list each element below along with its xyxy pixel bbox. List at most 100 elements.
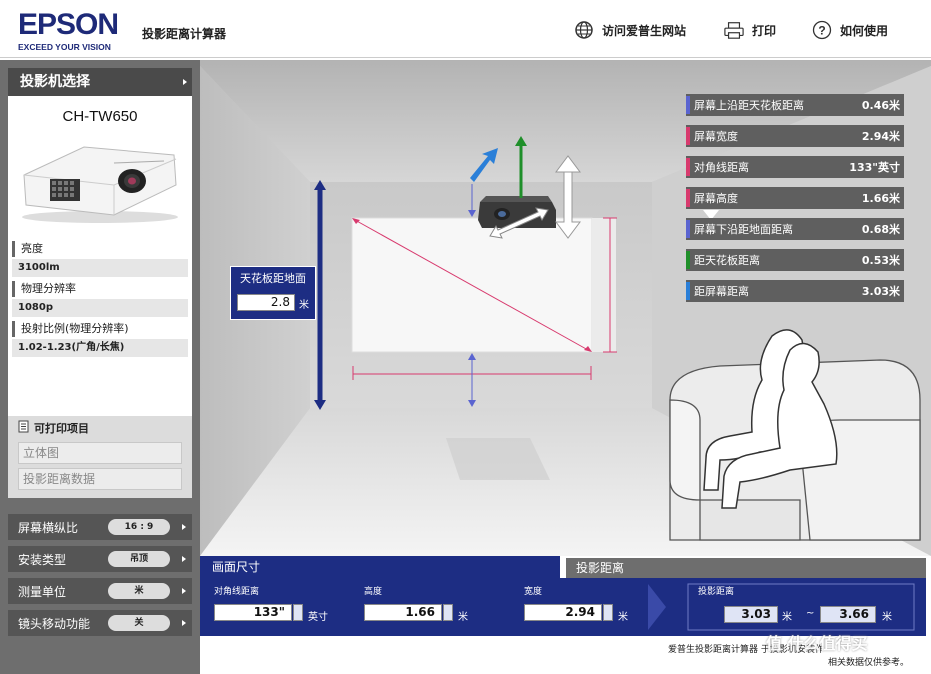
result-label: 对角线距离 — [694, 161, 749, 174]
aspect-ratio-option[interactable]: 屏幕横纵比 16 : 9 — [8, 514, 192, 540]
brand-name: EPSON — [18, 8, 119, 41]
ceiling-height-box: 天花板距地面 2.8 米 — [230, 266, 316, 320]
height-field-label: 高度 — [364, 587, 383, 597]
result-top-to-ceiling: 屏幕上沿距天花板距离 0.46米 — [686, 94, 904, 116]
result-color-bar — [686, 96, 690, 114]
print-link[interactable]: 打印 — [724, 20, 776, 40]
visit-epson-link[interactable]: 访问爱普生网站 — [574, 20, 686, 40]
brightness-value: 3100lm — [12, 259, 188, 277]
result-color-bar — [686, 220, 690, 238]
width-input[interactable]: 2.94 — [524, 604, 602, 621]
screen-size-form: 对角线距离 133" 英寸 高度 1.66 米 宽度 2.94 米 投影距离 3… — [200, 578, 926, 636]
result-bottom-to-floor: 屏幕下沿距地面距离 0.68米 — [686, 218, 904, 240]
brightness-label: 亮度 — [12, 241, 192, 257]
tab-screen-size[interactable]: 画面尺寸 — [200, 556, 560, 578]
result-label: 屏幕下沿距地面距离 — [694, 223, 793, 236]
distance-label: 投影距离 — [698, 587, 735, 597]
distance-max-unit: 米 — [882, 612, 892, 623]
width-unit: 米 — [618, 612, 628, 623]
height-spinner[interactable] — [443, 604, 453, 621]
result-label: 屏幕高度 — [694, 192, 738, 205]
model-name: CH-TW650 — [62, 108, 138, 125]
result-color-bar — [686, 158, 690, 176]
projector-image — [14, 135, 184, 227]
result-value: 2.94米 — [861, 130, 900, 143]
watermark: 值 什么值得买 — [766, 634, 868, 653]
printable-items-title: 可打印项目 — [34, 422, 89, 435]
diagonal-input[interactable]: 133" — [214, 604, 292, 621]
install-type-label: 安装类型 — [18, 552, 67, 567]
ceiling-height-input[interactable]: 2.8 — [237, 294, 295, 311]
svg-text:?: ? — [818, 24, 825, 38]
result-value: 1.66米 — [861, 192, 900, 205]
throw-ratio-label: 投射比例(物理分辨率) — [12, 321, 192, 337]
print-3d-view-button[interactable]: 立体图 — [18, 442, 182, 464]
app-title: 投影距离计算器 — [142, 27, 227, 41]
width-spinner[interactable] — [603, 604, 613, 621]
install-type-value[interactable]: 吊顶 — [108, 551, 170, 567]
aspect-ratio-label: 屏幕横纵比 — [18, 520, 79, 535]
distance-min-value: 3.03 — [724, 606, 778, 623]
sidebar: 投影机选择 CH-TW650 亮度 3100lm 物理分辨率 1080p 投射比… — [0, 60, 200, 674]
distance-min-unit: 米 — [782, 612, 792, 623]
result-label: 距屏幕距离 — [694, 285, 749, 298]
width-field-label: 宽度 — [524, 587, 543, 597]
diagonal-unit: 英寸 — [308, 612, 328, 623]
result-color-bar — [686, 282, 690, 300]
brand-tagline: EXCEED YOUR VISION — [18, 42, 111, 52]
height-unit: 米 — [458, 612, 468, 623]
result-label: 屏幕宽度 — [694, 130, 738, 143]
printable-items-box: 可打印项目 立体图 投影距离数据 — [8, 416, 192, 498]
result-color-bar — [686, 189, 690, 207]
lens-shift-value[interactable]: 关 — [108, 615, 170, 631]
result-projector-to-ceiling: 距天花板距离 0.53米 — [686, 249, 904, 271]
aspect-ratio-value[interactable]: 16 : 9 — [108, 519, 170, 535]
header: EPSON EXCEED YOUR VISION 投影距离计算器 访问爱普生网站… — [0, 0, 931, 58]
disclaimer-line2: 相关数据仅供参考。 — [828, 658, 910, 668]
lens-shift-label: 镜头移动功能 — [18, 616, 91, 631]
result-value: 133"英寸 — [849, 161, 900, 174]
projector-panel: 投影机选择 CH-TW650 亮度 3100lm 物理分辨率 1080p 投射比… — [8, 68, 192, 468]
unit-value[interactable]: 米 — [108, 583, 170, 599]
printer-icon — [724, 20, 744, 40]
throw-ratio-value: 1.02-1.23(广角/长焦) — [12, 339, 188, 357]
resolution-label: 物理分辨率 — [12, 281, 192, 297]
result-value: 0.46米 — [861, 99, 900, 112]
projector-select-button[interactable]: 投影机选择 — [8, 68, 192, 96]
how-to-use-label: 如何使用 — [840, 23, 889, 38]
install-type-option[interactable]: 安装类型 吊顶 — [8, 546, 192, 572]
diagonal-spinner[interactable] — [293, 604, 303, 621]
result-projector-to-screen: 距屏幕距离 3.03米 — [686, 280, 904, 302]
printable-items-header: 可打印项目 — [8, 416, 192, 440]
document-icon — [18, 420, 30, 436]
diagonal-field-label: 对角线距离 — [214, 587, 260, 597]
result-color-bar — [686, 251, 690, 269]
result-value: 3.03米 — [861, 285, 900, 298]
unit-option[interactable]: 测量单位 米 — [8, 578, 192, 604]
how-to-use-link[interactable]: ? 如何使用 — [812, 20, 888, 40]
height-input[interactable]: 1.66 — [364, 604, 442, 621]
lens-shift-option[interactable]: 镜头移动功能 关 — [8, 610, 192, 636]
distance-separator: ~ — [806, 608, 815, 619]
result-label: 屏幕上沿距天花板距离 — [694, 99, 804, 112]
visit-epson-label: 访问爱普生网站 — [602, 23, 687, 38]
result-screen-height: 屏幕高度 1.66米 — [686, 187, 904, 209]
help-icon: ? — [812, 20, 832, 40]
result-label: 距天花板距离 — [694, 254, 760, 267]
result-value: 0.53米 — [861, 254, 900, 267]
print-label: 打印 — [752, 23, 777, 38]
result-color-bar — [686, 127, 690, 145]
ceiling-height-label: 天花板距地面 — [240, 272, 306, 285]
ceiling-height-unit: 米 — [299, 300, 309, 311]
result-value: 0.68米 — [861, 223, 900, 236]
tab-projection-distance[interactable]: 投影距离 — [566, 558, 926, 578]
result-diagonal: 对角线距离 133"英寸 — [686, 156, 904, 178]
room-scene: 天花板距地面 2.8 米 屏幕上沿距天花板距离 0.46米 屏幕宽度 2.94米… — [200, 60, 931, 556]
resolution-value: 1080p — [12, 299, 188, 317]
unit-label: 测量单位 — [18, 584, 67, 599]
calculation-panel: 画面尺寸 投影距离 对角线距离 133" 英寸 高度 1.66 米 宽度 2.9… — [200, 556, 931, 674]
distance-max-value: 3.66 — [820, 606, 876, 623]
epson-logo[interactable]: EPSON EXCEED YOUR VISION — [18, 8, 119, 53]
print-distance-data-button[interactable]: 投影距离数据 — [18, 468, 182, 490]
result-screen-width: 屏幕宽度 2.94米 — [686, 125, 904, 147]
